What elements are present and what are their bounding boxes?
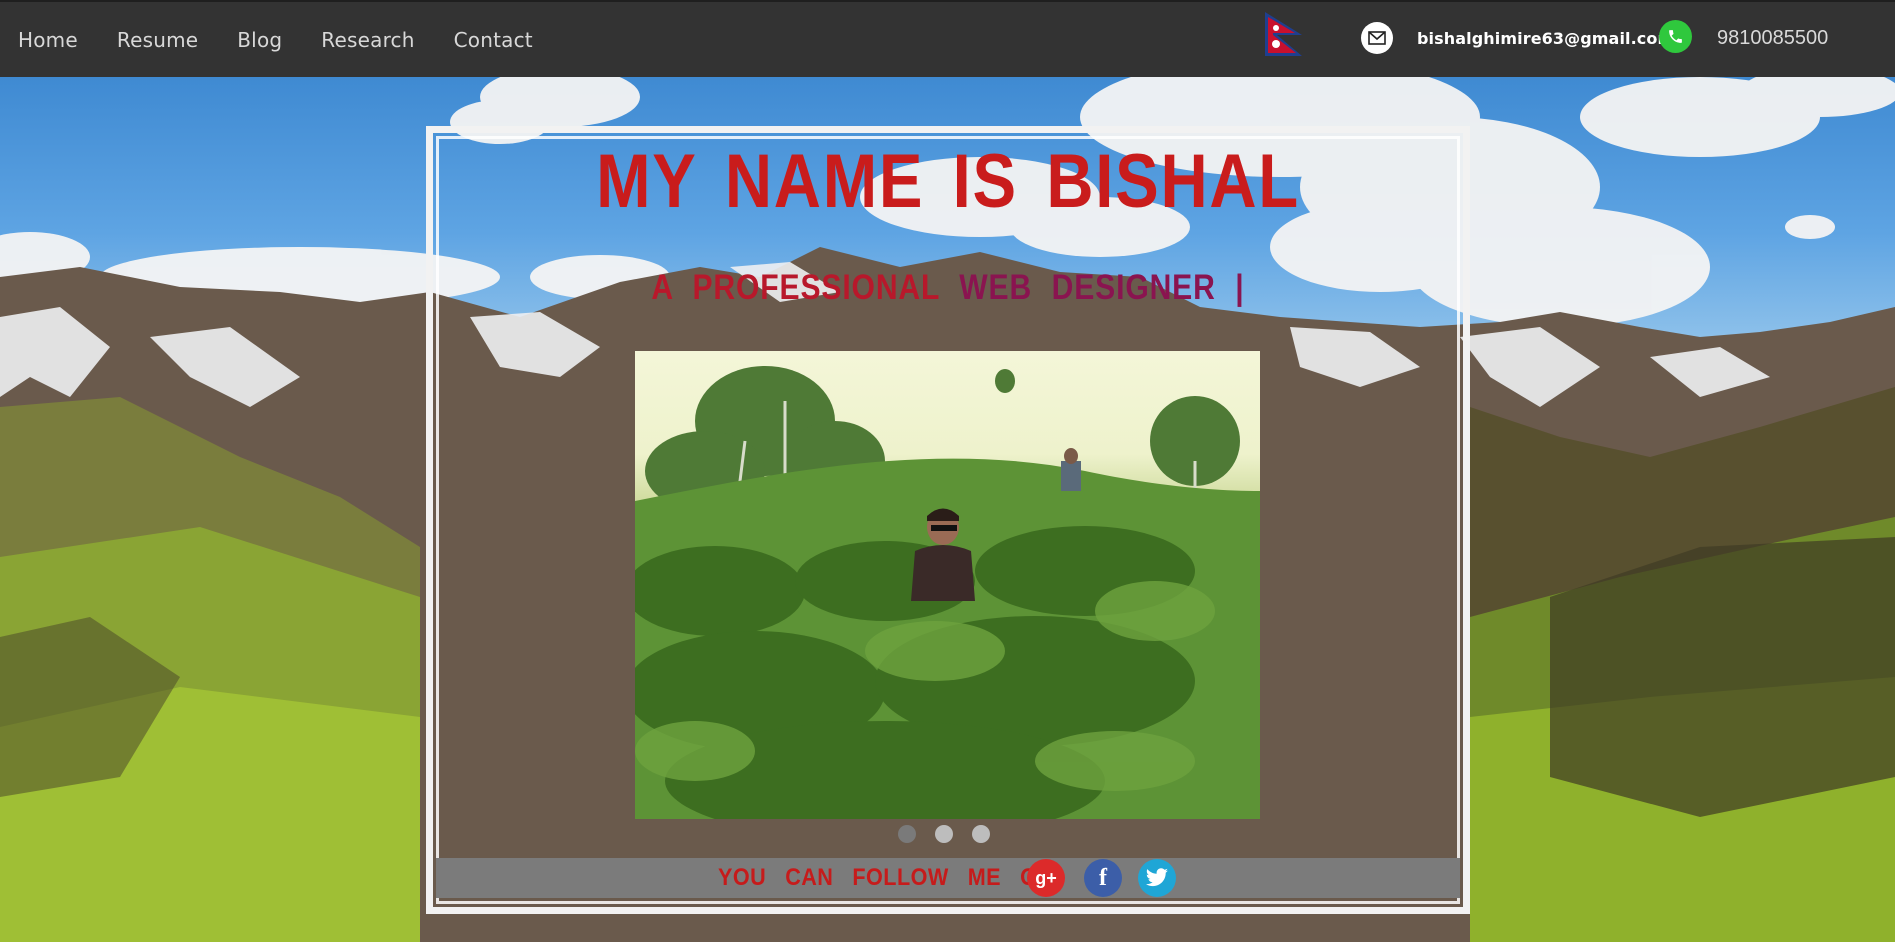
carousel-dot-1[interactable] — [898, 825, 916, 843]
carousel-dot-3[interactable] — [972, 825, 990, 843]
email-link[interactable]: bishalghimire63@gmail.com — [1417, 29, 1674, 48]
nav-home[interactable]: Home — [18, 28, 78, 52]
mail-icon[interactable] — [1361, 22, 1393, 54]
phone-icon[interactable] — [1659, 20, 1692, 53]
nepal-flag-icon — [1265, 12, 1302, 56]
hero-title: MY NAME IS BISHAL — [596, 139, 1300, 224]
nav-contact[interactable]: Contact — [454, 28, 533, 52]
hero-subtitle-part1: A PROFESSIONAL — [651, 268, 940, 307]
hero-subtitle: A PROFESSIONAL WEB DESIGNER | — [499, 268, 1397, 308]
nav-resume[interactable]: Resume — [117, 28, 198, 52]
facebook-icon[interactable]: f — [1084, 859, 1122, 897]
top-navbar: Home Resume Blog Research Contact bishal… — [0, 0, 1895, 77]
nav-blog[interactable]: Blog — [237, 28, 282, 52]
nav-research[interactable]: Research — [321, 28, 414, 52]
twitter-icon[interactable] — [1138, 859, 1176, 897]
main-nav: Home Resume Blog Research Contact — [18, 28, 572, 52]
follow-label: YOU CAN FOLLOW ME ON: — [718, 864, 1062, 891]
carousel-photo[interactable] — [635, 351, 1260, 819]
phone-number[interactable]: 9810085500 — [1717, 27, 1828, 50]
carousel-dot-2[interactable] — [935, 825, 953, 843]
carousel-indicators — [898, 825, 990, 843]
google-plus-icon[interactable]: g+ — [1027, 859, 1065, 897]
hero-subtitle-part2: WEB DESIGNER | — [959, 268, 1245, 307]
